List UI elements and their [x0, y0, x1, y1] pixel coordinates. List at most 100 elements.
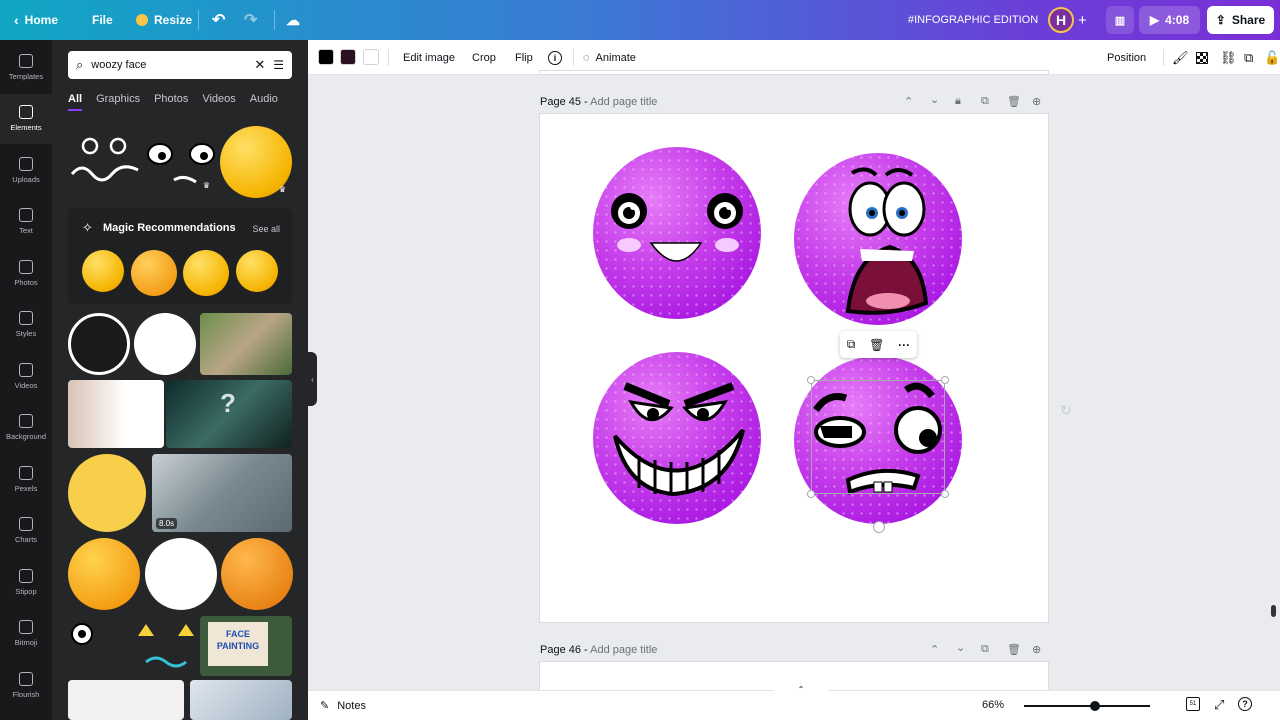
rail-item-text[interactable]: Text: [0, 197, 52, 247]
redo-icon[interactable]: ↷: [244, 0, 257, 40]
present-button[interactable]: ▶ 4:08: [1139, 6, 1200, 34]
happy-purple-face[interactable]: [593, 147, 761, 319]
filter-icon[interactable]: ☰: [273, 58, 284, 72]
rail-item-background[interactable]: Background: [0, 403, 52, 453]
result-matrix-photo[interactable]: ?: [166, 380, 292, 448]
result-man-photo[interactable]: [68, 680, 184, 720]
search-box[interactable]: ⌕ woozy face ✕ ☰: [68, 51, 292, 79]
resize-handle[interactable]: [807, 376, 815, 384]
add-collaborator-button[interactable]: +: [1078, 0, 1087, 40]
result-cartoon-eyes[interactable]: ♛: [144, 128, 218, 192]
link-icon[interactable]: ⛓: [1220, 40, 1237, 75]
mischievous-purple-face[interactable]: [593, 352, 761, 524]
rail-item-photos[interactable]: Photos: [0, 248, 52, 298]
paint-roller-icon[interactable]: 🖌: [1172, 40, 1189, 75]
zoom-percentage[interactable]: 66%: [982, 699, 1004, 711]
notes-button[interactable]: ✎ Notes: [320, 699, 366, 713]
color-swatch-2[interactable]: [340, 49, 356, 65]
info-button[interactable]: i: [548, 40, 562, 75]
search-input[interactable]: woozy face: [91, 59, 246, 71]
vertical-scrollbar[interactable]: [1271, 605, 1276, 617]
chevron-up-icon[interactable]: ⌃: [930, 643, 939, 656]
fullscreen-icon[interactable]: ⤢: [1214, 697, 1224, 713]
scared-purple-face[interactable]: [794, 153, 962, 325]
trash-icon[interactable]: 🗑︎: [1007, 95, 1021, 108]
trash-icon[interactable]: 🗑︎: [869, 338, 884, 352]
cloud-save-icon[interactable]: ☁: [286, 0, 300, 40]
recommend-emoji-1[interactable]: [82, 250, 124, 292]
flip-button[interactable]: Flip: [515, 40, 533, 75]
result-white-woozy[interactable]: [134, 313, 196, 375]
duplicate-page-icon[interactable]: ⧉: [981, 643, 989, 656]
crop-button[interactable]: Crop: [472, 40, 496, 75]
tab-graphics[interactable]: Graphics: [96, 93, 140, 111]
avatar[interactable]: H: [1048, 7, 1074, 33]
lock-icon[interactable]: 🔒︎: [955, 95, 961, 108]
tab-photos[interactable]: Photos: [154, 93, 188, 111]
trash-icon[interactable]: 🗑︎: [1007, 643, 1021, 656]
result-video-thumb[interactable]: 8.0s: [152, 454, 292, 532]
see-all-link[interactable]: See all: [252, 224, 280, 234]
duplicate-page-icon[interactable]: ⧉: [981, 95, 989, 108]
zoom-slider-knob[interactable]: [1090, 701, 1100, 711]
recommend-emoji-3[interactable]: [183, 250, 229, 296]
undo-icon[interactable]: ↶: [212, 0, 225, 40]
resize-handle[interactable]: [941, 490, 949, 498]
stats-button[interactable]: ▥: [1106, 6, 1134, 34]
expand-pages-handle[interactable]: ⌃: [774, 685, 828, 695]
tab-all[interactable]: All: [68, 93, 83, 111]
more-options-icon[interactable]: ···: [898, 338, 910, 352]
design-title[interactable]: #INFOGRAPHIC EDITION: [908, 0, 1038, 40]
result-dizzy-face[interactable]: [145, 538, 217, 610]
rail-item-styles[interactable]: Styles: [0, 300, 52, 350]
rail-item-uploads[interactable]: Uploads: [0, 145, 52, 195]
color-swatch-1[interactable]: [318, 49, 334, 65]
edit-image-button[interactable]: Edit image: [403, 40, 455, 75]
tab-videos[interactable]: Videos: [202, 93, 235, 111]
rail-item-charts[interactable]: Charts: [0, 506, 52, 556]
result-face-painting-sign[interactable]: FACE PAINTING: [200, 616, 292, 676]
position-button[interactable]: Position: [1107, 40, 1146, 75]
result-outline-woozy[interactable]: [68, 313, 130, 375]
add-page-icon[interactable]: ⊕: [1032, 95, 1041, 108]
share-button[interactable]: ⇪ Share: [1207, 6, 1274, 34]
rotate-handle[interactable]: [873, 521, 885, 533]
collapse-panel-button[interactable]: ‹: [308, 352, 317, 406]
rail-item-templates[interactable]: Templates: [0, 42, 52, 92]
chevron-down-icon[interactable]: ⌄: [956, 641, 965, 654]
tab-audio[interactable]: Audio: [250, 93, 278, 111]
selection-box[interactable]: [811, 380, 945, 494]
clear-icon[interactable]: ✕: [254, 57, 265, 73]
page-45-title-input[interactable]: Add page title: [590, 96, 657, 108]
rail-item-stipop[interactable]: Stipop: [0, 557, 52, 607]
help-icon[interactable]: ?: [1238, 697, 1252, 711]
result-smile-emoji[interactable]: [68, 454, 146, 532]
animate-button[interactable]: ◌ Animate: [583, 40, 636, 75]
result-woozy-emoji-2[interactable]: [68, 538, 140, 610]
result-spa-photo[interactable]: [200, 313, 292, 375]
page-46-title-input[interactable]: Add page title: [590, 644, 657, 656]
result-shapes-graphic[interactable]: [68, 616, 196, 676]
result-robot-photo[interactable]: [190, 680, 292, 720]
lock-icon[interactable]: 🔓: [1264, 40, 1280, 75]
transparency-icon[interactable]: [1196, 40, 1208, 75]
rail-item-pexels[interactable]: Pexels: [0, 454, 52, 504]
rail-item-elements[interactable]: Elements: [0, 93, 52, 144]
page-count-badge[interactable]: 51: [1186, 697, 1200, 711]
zoom-slider[interactable]: [1024, 705, 1150, 707]
rail-item-flourish[interactable]: Flourish: [0, 660, 52, 710]
result-swirl-eyes[interactable]: [68, 128, 142, 188]
resize-button[interactable]: Resize: [136, 0, 192, 40]
home-button[interactable]: ‹ Home: [14, 0, 58, 40]
recommend-emoji-4[interactable]: [236, 250, 278, 292]
chevron-down-icon[interactable]: ⌄: [930, 93, 939, 106]
chevron-up-icon[interactable]: ⌃: [904, 95, 913, 108]
rail-item-bitmoji[interactable]: Bitmoji: [0, 609, 52, 659]
result-orange-emoji[interactable]: [221, 538, 293, 610]
refresh-icon[interactable]: ↻: [1060, 402, 1072, 419]
result-face-photo[interactable]: [68, 380, 164, 448]
add-page-icon[interactable]: ⊕: [1032, 643, 1041, 656]
file-menu-button[interactable]: File: [92, 0, 113, 40]
duplicate-icon[interactable]: ⧉: [847, 337, 856, 352]
color-swatch-3[interactable]: [363, 49, 379, 65]
